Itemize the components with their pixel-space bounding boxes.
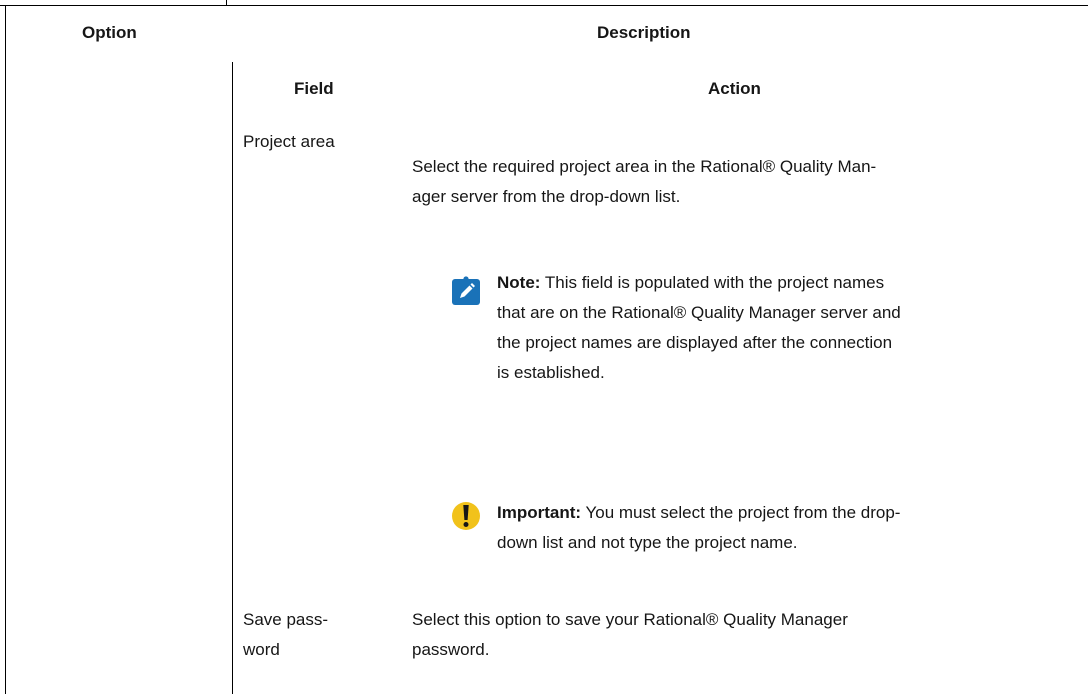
- pencil-icon: [451, 276, 481, 311]
- option-column-header: Option: [82, 23, 137, 42]
- field-name-save-password: Save pass- word: [243, 610, 329, 659]
- note-text: This field is populated with the project…: [540, 273, 885, 292]
- description-column-header: Description: [597, 23, 691, 42]
- action-text: Select the required project area in the …: [412, 157, 877, 206]
- field-name-project-area: Project area: [243, 132, 335, 151]
- important-label: Important:: [497, 503, 582, 522]
- nested-table-left-border: [232, 62, 233, 694]
- action-text: Select this option to save your Rational…: [412, 610, 848, 659]
- table-left-border: [5, 5, 6, 694]
- note-text: that are on the Rational® Quality Manage…: [497, 303, 901, 322]
- field-column-header: Field: [294, 79, 334, 98]
- note-text: the project names are displayed after th…: [497, 333, 893, 352]
- action-column-header: Action: [708, 79, 761, 98]
- important-text: You must select the project from the dro…: [581, 503, 901, 522]
- table-top-border: [0, 5, 1088, 6]
- column-divider: [226, 0, 227, 6]
- note-label: Note:: [497, 273, 541, 292]
- exclamation-icon: [451, 500, 481, 537]
- important-text: down list and not type the project name.: [497, 533, 798, 552]
- note-text: is established.: [497, 363, 605, 382]
